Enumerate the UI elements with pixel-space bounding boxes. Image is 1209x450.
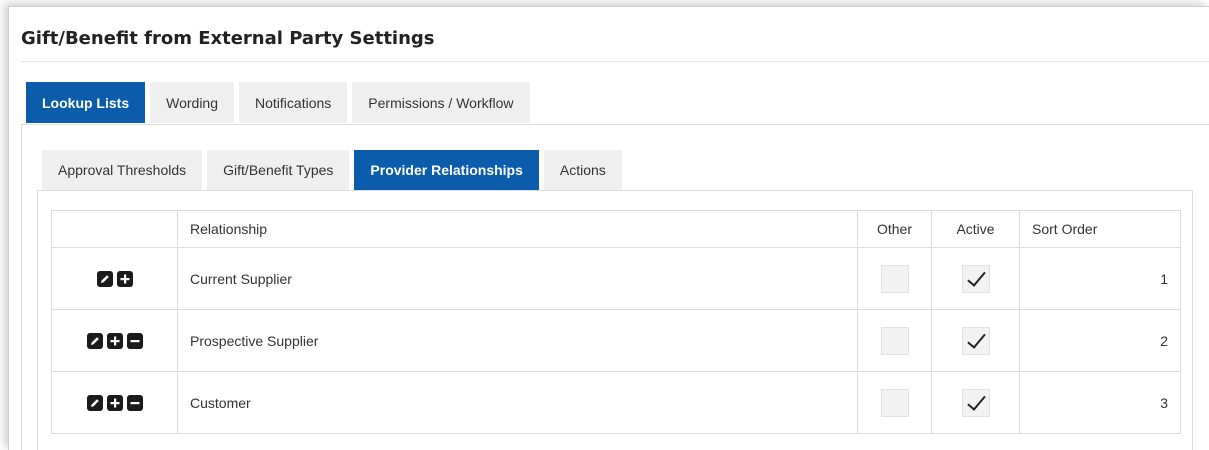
row-actions xyxy=(51,309,178,372)
tab-lookup-lists[interactable]: Lookup Lists xyxy=(26,82,146,123)
header-active[interactable]: Active xyxy=(931,210,1020,248)
relationship-cell: Current Supplier xyxy=(177,247,858,310)
active-checkbox[interactable] xyxy=(961,264,990,293)
header-relationship[interactable]: Relationship xyxy=(177,210,858,248)
title-divider xyxy=(21,61,1209,62)
active-cell xyxy=(931,247,1020,310)
edit-icon[interactable] xyxy=(96,271,113,288)
active-checkbox[interactable] xyxy=(961,326,990,355)
sort-order-cell: 3 xyxy=(1019,371,1181,434)
table-row: Prospective Supplier 2 xyxy=(51,309,1181,372)
sort-order-cell: 1 xyxy=(1019,247,1181,310)
header-sort-order[interactable]: Sort Order xyxy=(1019,210,1181,248)
tab-actions[interactable]: Actions xyxy=(543,150,622,190)
tab-wording[interactable]: Wording xyxy=(150,82,235,123)
relationship-cell: Customer xyxy=(177,371,858,434)
edit-icon[interactable] xyxy=(86,333,103,350)
other-checkbox[interactable] xyxy=(880,326,909,355)
table-header-row: Relationship Other Active Sort Order xyxy=(51,210,1181,248)
other-checkbox[interactable] xyxy=(880,264,909,293)
header-other[interactable]: Other xyxy=(857,210,932,248)
add-icon[interactable] xyxy=(106,333,123,350)
remove-icon[interactable] xyxy=(126,333,143,350)
sort-order-cell: 2 xyxy=(1019,309,1181,372)
remove-icon[interactable] xyxy=(126,395,143,412)
main-tabs: Lookup Lists Wording Notifications Permi… xyxy=(26,82,530,123)
table-row: Customer 3 xyxy=(51,371,1181,434)
row-actions xyxy=(51,247,178,310)
active-cell xyxy=(931,309,1020,372)
page-title: Gift/Benefit from External Party Setting… xyxy=(21,28,435,49)
header-actions xyxy=(51,210,178,248)
active-cell xyxy=(931,371,1020,434)
relationship-cell: Prospective Supplier xyxy=(177,309,858,372)
other-checkbox[interactable] xyxy=(880,388,909,417)
relationships-table: Relationship Other Active Sort Order Cur… xyxy=(51,210,1181,434)
sub-tabs: Approval Thresholds Gift/Benefit Types P… xyxy=(42,150,622,190)
active-checkbox[interactable] xyxy=(961,388,990,417)
tab-approval-thresholds[interactable]: Approval Thresholds xyxy=(42,150,203,190)
other-cell xyxy=(857,371,932,434)
tab-provider-relationships[interactable]: Provider Relationships xyxy=(354,150,539,190)
add-icon[interactable] xyxy=(106,395,123,412)
add-icon[interactable] xyxy=(116,271,133,288)
tab-permissions-workflow[interactable]: Permissions / Workflow xyxy=(352,82,530,123)
tab-notifications[interactable]: Notifications xyxy=(239,82,348,123)
tab-gift-benefit-types[interactable]: Gift/Benefit Types xyxy=(207,150,350,190)
other-cell xyxy=(857,309,932,372)
other-cell xyxy=(857,247,932,310)
edit-icon[interactable] xyxy=(86,395,103,412)
row-actions xyxy=(51,371,178,434)
table-row: Current Supplier 1 xyxy=(51,247,1181,310)
